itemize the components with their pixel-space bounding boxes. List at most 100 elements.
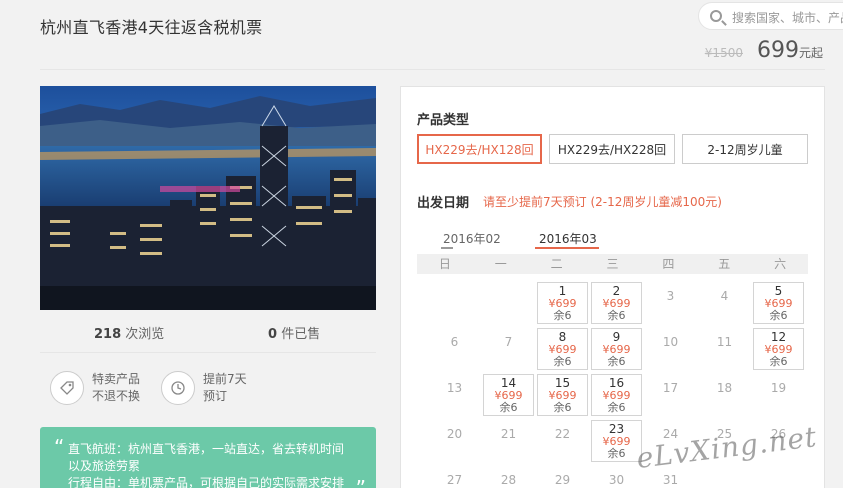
month-tab[interactable]: 2016年02 — [443, 230, 501, 247]
day-remaining: 余6 — [607, 401, 626, 414]
weekday-label: 三 — [606, 257, 619, 271]
calendar-day: 27 — [429, 466, 480, 488]
search-icon[interactable] — [710, 10, 722, 22]
day-number: 7 — [504, 335, 513, 349]
day-remaining: 余6 — [553, 401, 572, 414]
search-input[interactable]: 搜索国家、城市、产品 — [732, 9, 843, 26]
calendar-day: 7 — [483, 328, 534, 370]
clock-icon — [161, 371, 195, 405]
day-number: 29 — [554, 473, 571, 487]
calendar-day: 17 — [645, 374, 696, 416]
quote-close-icon: ” — [355, 476, 366, 488]
day-number: 22 — [554, 427, 571, 441]
calendar-day: 22 — [537, 420, 588, 462]
calendar-day: 4 — [699, 282, 750, 324]
calendar-day: 6 — [429, 328, 480, 370]
calendar-day: 18 — [699, 374, 750, 416]
feature-line2: 不退不换 — [92, 389, 141, 403]
calendar-day-available[interactable]: 23 ¥699 余6 — [591, 420, 642, 462]
day-number: 13 — [446, 381, 463, 395]
day-number: 28 — [500, 473, 517, 487]
weekday-label: 六 — [774, 257, 787, 271]
day-remaining: 余6 — [769, 355, 788, 368]
page-title: 杭州直飞香港4天往返含税机票 — [40, 18, 263, 37]
product-type-option[interactable]: HX229去/HX128回 — [417, 134, 542, 164]
day-remaining: 余6 — [607, 309, 626, 322]
day-number: 31 — [662, 473, 679, 487]
calendar-day: 29 — [537, 466, 588, 488]
weekday-label: 四 — [662, 257, 675, 271]
calendar-day: 10 — [645, 328, 696, 370]
quote-open-icon: “ — [54, 435, 65, 459]
day-number: 27 — [446, 473, 463, 487]
day-number: 11 — [716, 335, 733, 349]
day-number: 6 — [450, 335, 459, 349]
day-number: 18 — [716, 381, 733, 395]
day-number: 17 — [662, 381, 679, 395]
day-remaining: 余6 — [553, 309, 572, 322]
calendar-day-available[interactable]: 8 ¥699 余6 — [537, 328, 588, 370]
calendar-day: 30 — [591, 466, 642, 488]
feature-line2: 预订 — [203, 389, 228, 403]
hong-kong-skyline-photo — [40, 86, 376, 310]
calendar-day-available[interactable]: 12 ¥699 余6 — [753, 328, 804, 370]
product-type-label: 产品类型 — [417, 113, 470, 128]
day-remaining: 余6 — [553, 355, 572, 368]
calendar-day: 11 — [699, 328, 750, 370]
calendar-day: 28 — [483, 466, 534, 488]
day-remaining: 余6 — [607, 447, 626, 460]
feature-line1: 特卖产品 — [92, 372, 141, 386]
tag-icon — [50, 371, 84, 405]
calendar-day-available[interactable]: 2 ¥699 余6 — [591, 282, 642, 324]
active-month-indicator — [535, 247, 599, 249]
day-number: 19 — [770, 381, 787, 395]
calendar-day-available[interactable]: 5 ¥699 余6 — [753, 282, 804, 324]
sold-stat: 0 件已售 — [268, 327, 321, 342]
day-remaining: 余6 — [499, 401, 518, 414]
current-price: 699 — [756, 38, 799, 63]
day-number: 20 — [446, 427, 463, 441]
day-remaining: 余6 — [769, 309, 788, 322]
note-line1: 直飞航班：杭州直飞香港，一站直达，省去转机时间 — [68, 442, 345, 456]
weekday-header: 日 一 二 三 四 五 六 — [417, 254, 808, 274]
product-highlights-note: “ 直飞航班：杭州直飞香港，一站直达，省去转机时间 以及旅途劳累 行程自由：单机… — [40, 427, 376, 488]
note-line3: 行程自由：单机票产品，可根据自己的实际需求安排 — [68, 476, 345, 488]
price-row: ¥1500 699 元起 — [705, 38, 823, 63]
calendar-day-available[interactable]: 9 ¥699 余6 — [591, 328, 642, 370]
day-number: 4 — [720, 289, 729, 303]
month-tab[interactable]: 2016年03 — [539, 230, 597, 247]
calendar-day-available[interactable]: 14 ¥699 余6 — [483, 374, 534, 416]
views-stat: 218 次浏览 — [94, 327, 165, 342]
day-number: 10 — [662, 335, 679, 349]
stats-divider — [40, 352, 376, 353]
booking-notice: 请至少提前7天预订 (2-12周岁儿童减100元) — [483, 195, 722, 209]
product-type-option[interactable]: 2-12周岁儿童 — [682, 134, 808, 164]
search-box[interactable]: 搜索国家、城市、产品 — [698, 2, 843, 30]
header-divider — [40, 69, 825, 70]
day-remaining: 余6 — [607, 355, 626, 368]
weekday-label: 五 — [718, 257, 731, 271]
day-number: 3 — [666, 289, 675, 303]
calendar-day-available[interactable]: 1 ¥699 余6 — [537, 282, 588, 324]
weekday-label: 二 — [550, 257, 563, 271]
calendar-day-available[interactable]: 15 ¥699 余6 — [537, 374, 588, 416]
feature-line1: 提前7天 — [203, 372, 247, 386]
skyline-image — [40, 86, 376, 310]
departure-date-label: 出发日期 — [417, 196, 470, 211]
feature-advance-booking: 提前7天 预订 — [161, 371, 247, 405]
calendar-day: 21 — [483, 420, 534, 462]
calendar-day-available[interactable]: 16 ¥699 余6 — [591, 374, 642, 416]
day-number: 30 — [608, 473, 625, 487]
calendar-day: 19 — [753, 374, 804, 416]
calendar-day: 3 — [645, 282, 696, 324]
price-suffix: 元起 — [798, 46, 823, 60]
product-type-option[interactable]: HX229去/HX228回 — [549, 134, 675, 164]
day-number: 21 — [500, 427, 517, 441]
original-price: ¥1500 — [704, 46, 743, 60]
feature-special-offer: 特卖产品 不退不换 — [50, 371, 140, 405]
weekday-label: 日 — [438, 257, 451, 271]
month-indicator — [441, 247, 453, 249]
note-line2: 以及旅途劳累 — [68, 459, 141, 473]
weekday-label: 一 — [494, 257, 507, 271]
calendar-day: 13 — [429, 374, 480, 416]
